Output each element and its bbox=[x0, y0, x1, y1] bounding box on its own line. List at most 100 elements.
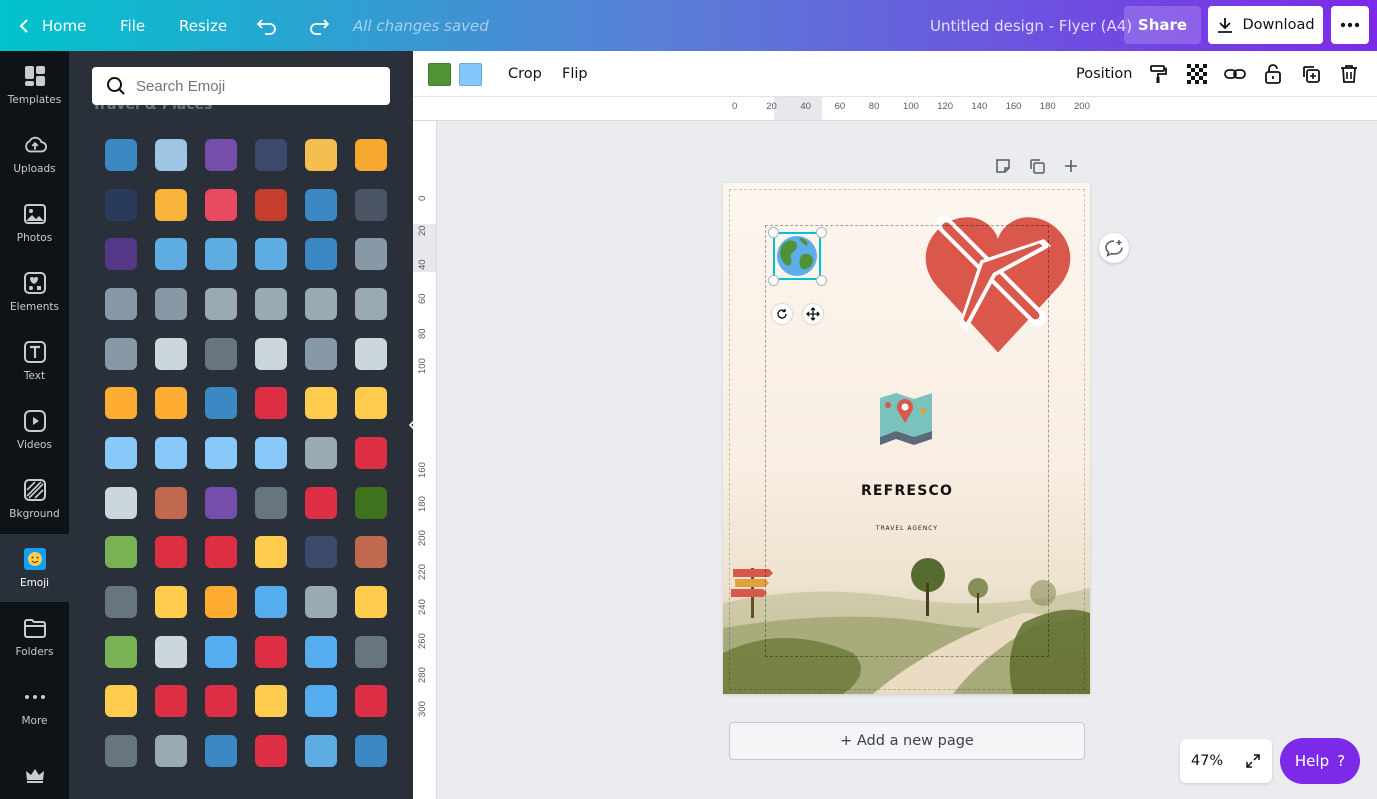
resize-handle-bl[interactable] bbox=[768, 275, 779, 286]
link-button[interactable] bbox=[1223, 62, 1247, 86]
emoji-item[interactable] bbox=[96, 130, 146, 180]
emoji-item[interactable] bbox=[96, 329, 146, 379]
emoji-item[interactable] bbox=[146, 627, 196, 677]
rail-templates[interactable]: Templates bbox=[0, 51, 69, 119]
color-swatch-green[interactable] bbox=[428, 63, 451, 86]
rail-more[interactable]: More bbox=[0, 672, 69, 740]
emoji-item[interactable] bbox=[346, 726, 396, 776]
emoji-item[interactable] bbox=[146, 329, 196, 379]
emoji-item[interactable] bbox=[196, 577, 246, 627]
emoji-item[interactable] bbox=[196, 130, 246, 180]
home-button[interactable]: Home bbox=[18, 0, 86, 51]
emoji-item[interactable] bbox=[346, 428, 396, 478]
emoji-item[interactable] bbox=[246, 279, 296, 329]
emoji-item[interactable] bbox=[246, 130, 296, 180]
undo-button[interactable] bbox=[256, 0, 278, 51]
download-button[interactable]: Download bbox=[1208, 6, 1323, 44]
emoji-item[interactable] bbox=[146, 378, 196, 428]
add-note-button[interactable] bbox=[992, 155, 1014, 177]
emoji-item[interactable] bbox=[296, 627, 346, 677]
rail-emoji[interactable]: Emoji bbox=[0, 534, 69, 602]
add-new-page-button[interactable]: + Add a new page bbox=[729, 722, 1085, 760]
transparency-button[interactable] bbox=[1185, 62, 1209, 86]
redo-button[interactable] bbox=[308, 0, 330, 51]
resize-handle-br[interactable] bbox=[816, 275, 827, 286]
emoji-item[interactable] bbox=[146, 229, 196, 279]
emoji-item[interactable] bbox=[296, 677, 346, 727]
emoji-item[interactable] bbox=[246, 677, 296, 727]
emoji-item[interactable] bbox=[346, 279, 396, 329]
emoji-item[interactable] bbox=[296, 130, 346, 180]
add-page-plus-button[interactable] bbox=[1060, 155, 1082, 177]
resize-handle-tl[interactable] bbox=[768, 227, 779, 238]
delete-button[interactable] bbox=[1337, 62, 1361, 86]
emoji-item[interactable] bbox=[146, 130, 196, 180]
lock-button[interactable] bbox=[1261, 62, 1285, 86]
emoji-item[interactable] bbox=[346, 229, 396, 279]
emoji-item[interactable] bbox=[196, 478, 246, 528]
expand-icon[interactable] bbox=[1245, 753, 1261, 769]
emoji-item[interactable] bbox=[246, 329, 296, 379]
zoom-level[interactable]: 47% bbox=[1191, 753, 1223, 769]
emoji-item[interactable] bbox=[196, 627, 246, 677]
emoji-item[interactable] bbox=[346, 329, 396, 379]
rail-premium[interactable] bbox=[0, 741, 69, 799]
search-input[interactable] bbox=[136, 77, 376, 95]
emoji-item[interactable] bbox=[196, 180, 246, 230]
duplicate-button[interactable] bbox=[1299, 62, 1323, 86]
zoom-control[interactable]: 47% bbox=[1180, 739, 1272, 783]
emoji-item[interactable] bbox=[96, 528, 146, 578]
rail-videos[interactable]: Videos bbox=[0, 396, 69, 464]
emoji-item[interactable] bbox=[146, 428, 196, 478]
emoji-item[interactable] bbox=[196, 279, 246, 329]
emoji-item[interactable] bbox=[96, 279, 146, 329]
emoji-item[interactable] bbox=[96, 428, 146, 478]
share-button[interactable]: Share bbox=[1124, 6, 1201, 44]
rail-elements[interactable]: Elements bbox=[0, 258, 69, 326]
emoji-item[interactable] bbox=[296, 428, 346, 478]
emoji-item[interactable] bbox=[96, 229, 146, 279]
resize-button[interactable]: Resize bbox=[179, 0, 227, 51]
emoji-item[interactable] bbox=[96, 378, 146, 428]
position-button[interactable]: Position bbox=[1076, 51, 1132, 97]
rail-photos[interactable]: Photos bbox=[0, 189, 69, 257]
resize-handle-tr[interactable] bbox=[816, 227, 827, 238]
emoji-item[interactable] bbox=[196, 528, 246, 578]
emoji-item[interactable] bbox=[296, 279, 346, 329]
search-box[interactable] bbox=[92, 67, 390, 105]
emoji-item[interactable] bbox=[346, 528, 396, 578]
emoji-item[interactable] bbox=[346, 577, 396, 627]
emoji-item[interactable] bbox=[296, 180, 346, 230]
brand-heading[interactable]: REFRESCO bbox=[857, 483, 957, 499]
emoji-item[interactable] bbox=[146, 180, 196, 230]
rail-text[interactable]: Text bbox=[0, 327, 69, 395]
emoji-item[interactable] bbox=[146, 279, 196, 329]
emoji-item[interactable] bbox=[296, 229, 346, 279]
flip-button[interactable]: Flip bbox=[562, 51, 588, 97]
emoji-item[interactable] bbox=[196, 726, 246, 776]
emoji-item[interactable] bbox=[146, 677, 196, 727]
more-options-button[interactable] bbox=[1331, 6, 1369, 44]
brand-tagline[interactable]: TRAVEL AGENCY bbox=[857, 525, 957, 532]
emoji-item[interactable] bbox=[146, 726, 196, 776]
emoji-item[interactable] bbox=[246, 528, 296, 578]
emoji-item[interactable] bbox=[246, 229, 296, 279]
emoji-item[interactable] bbox=[296, 329, 346, 379]
emoji-item[interactable] bbox=[96, 478, 146, 528]
design-title[interactable]: Untitled design - Flyer (A4) bbox=[930, 0, 1132, 51]
move-handle[interactable] bbox=[803, 304, 823, 324]
emoji-item[interactable] bbox=[246, 627, 296, 677]
rail-background[interactable]: Bkground bbox=[0, 465, 69, 533]
crop-button[interactable]: Crop bbox=[508, 51, 542, 97]
rail-folders[interactable]: Folders bbox=[0, 603, 69, 671]
file-menu[interactable]: File bbox=[120, 0, 145, 51]
emoji-item[interactable] bbox=[246, 428, 296, 478]
emoji-item[interactable] bbox=[296, 528, 346, 578]
emoji-item[interactable] bbox=[196, 677, 246, 727]
emoji-item[interactable] bbox=[96, 726, 146, 776]
emoji-item[interactable] bbox=[296, 577, 346, 627]
emoji-item[interactable] bbox=[246, 180, 296, 230]
add-comment-button[interactable] bbox=[1099, 233, 1129, 263]
emoji-item[interactable] bbox=[346, 180, 396, 230]
rotate-handle[interactable] bbox=[772, 304, 792, 324]
